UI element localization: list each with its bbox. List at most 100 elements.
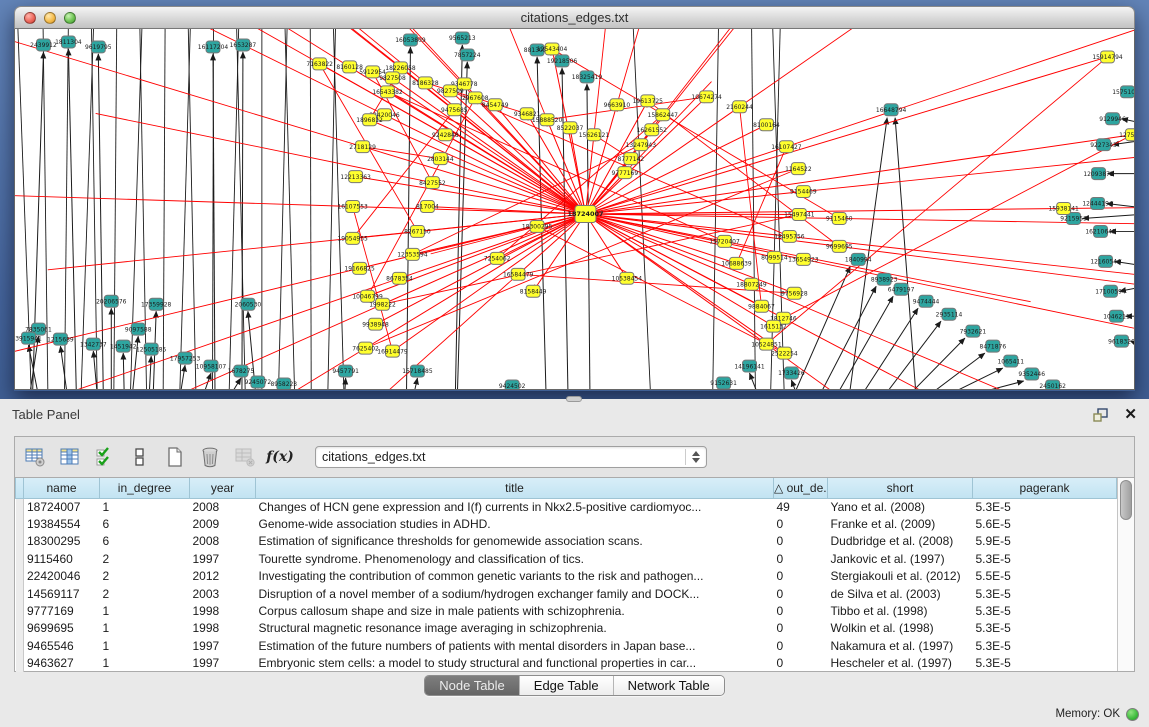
new-table-icon[interactable] [163, 445, 187, 469]
table-cell: 0 [774, 655, 828, 672]
graph-node-label: 7857224 [454, 52, 481, 59]
graph-node-label: 817004 [416, 204, 439, 211]
scrollbar-thumb[interactable] [1120, 480, 1132, 520]
row-gutter [16, 498, 24, 515]
graph-node-label: 8100164 [753, 122, 780, 129]
graph-node-label: 6479197 [888, 286, 915, 293]
table-cell: 5.9E-5 [973, 533, 1117, 550]
graph-node-label: 15914794 [1092, 54, 1123, 61]
graph-node-label: 1653287 [230, 42, 257, 49]
table-row[interactable]: 1456911722003Disruption of a novel membe… [16, 585, 1117, 602]
graph-node-label: 17359928 [141, 301, 172, 308]
graph-node-label: 16107427 [771, 144, 802, 151]
table-scrollbar[interactable] [1117, 478, 1134, 671]
table-cell: Corpus callosum shape and size in male p… [256, 602, 774, 619]
column-header-out_de[interactable]: △ out_de... [774, 478, 828, 498]
graph-node-label: 7254062 [484, 256, 511, 263]
column-header-in_degree[interactable]: in_degree [100, 478, 190, 498]
table-cell: 14569117 [24, 585, 100, 602]
column-header-year[interactable]: year [190, 478, 256, 498]
table-select-dropdown[interactable]: citations_edges.txt [315, 446, 707, 468]
table-row[interactable]: 1872400712008Changes of HCN gene express… [16, 498, 1117, 515]
graph-node-label: 12353594 [397, 252, 428, 259]
row-gutter [16, 655, 24, 672]
column-header-pagerank[interactable]: pagerank [973, 478, 1117, 498]
network-graph-svg[interactable]: 2439912181130496197951611720416532871605… [15, 29, 1134, 389]
column-header-name[interactable]: name [24, 478, 100, 498]
table-row[interactable]: 977716911998Corpus callosum shape and si… [16, 602, 1117, 619]
table-toolbar: f(x) citations_edges.txt [15, 437, 1134, 477]
window-titlebar[interactable]: citations_edges.txt [14, 6, 1135, 29]
graph-node-label: 8454749 [482, 102, 509, 109]
graph-node-label: 18226058 [385, 65, 416, 72]
table-cell: 9115460 [24, 550, 100, 567]
tab-node-table[interactable]: Node Table [425, 676, 520, 695]
tab-edge-table[interactable]: Edge Table [520, 676, 614, 695]
close-panel-icon[interactable]: ✕ [1124, 407, 1137, 422]
table-row[interactable]: 946554611997Estimation of the future num… [16, 637, 1117, 654]
graph-node-label: 16584479 [503, 272, 534, 279]
graph-node-label: 3915941 [15, 335, 42, 342]
graph-node-label: 10538454 [612, 276, 643, 283]
graph-node-label: 9424502 [499, 383, 526, 389]
network-canvas[interactable]: 2439912181130496197951611720416532871605… [14, 29, 1135, 390]
graph-node-label: 18724007 [567, 210, 603, 218]
graph-node-label: 14196141 [734, 363, 765, 370]
graph-node-label: 19218506 [547, 58, 578, 65]
graph-node-label: 9756928 [781, 290, 808, 297]
float-panel-icon[interactable] [1092, 407, 1110, 423]
graph-node-label: 1678275 [228, 368, 255, 375]
column-visibility-icon[interactable] [58, 445, 82, 469]
network-window: citations_edges.txt 24399121811304961979… [14, 6, 1135, 391]
row-gutter [16, 533, 24, 550]
graph-node-label: 15720407 [709, 239, 740, 246]
graph-node-label: 10524851 [751, 341, 782, 348]
table-cell: 18300295 [24, 533, 100, 550]
table-cell: Disruption of a novel member of a sodium… [256, 585, 774, 602]
graph-node-label: 9152631 [710, 380, 737, 387]
graph-node-label: 17957253 [170, 355, 201, 362]
graph-node-label: 16543382 [372, 89, 403, 96]
table-cell: 5.3E-5 [973, 620, 1117, 637]
panel-drag-handle[interactable] [566, 396, 582, 402]
graph-node-label: 9474444 [913, 298, 940, 305]
table-cell: 2009 [190, 515, 256, 532]
toggle-rows-icon[interactable] [128, 445, 152, 469]
table-row[interactable]: 946362711997Embryonic stem cells: a mode… [16, 655, 1117, 672]
graph-node-label: 12213363 [340, 174, 371, 181]
table-row[interactable]: 1830029562008Estimation of significance … [16, 533, 1117, 550]
graph-node-label: 9115460 [826, 216, 853, 223]
table-row[interactable]: 969969511998Structural magnetic resonanc… [16, 620, 1117, 637]
table-row[interactable]: 2242004622012Investigating the contribut… [16, 568, 1117, 585]
table-cell: Wolkin et al. (1998) [828, 620, 973, 637]
graph-node-label: 1896812 [356, 117, 383, 124]
table-cell: 1997 [190, 655, 256, 672]
table-cell: 2008 [190, 533, 256, 550]
table-row[interactable]: 911546021997Tourette syndrome. Phenomeno… [16, 550, 1117, 567]
row-selection-icon[interactable] [93, 445, 117, 469]
graph-node-label: 18495756 [774, 234, 805, 241]
column-header-title[interactable]: title [256, 478, 774, 498]
graph-node-label: 15626121 [579, 132, 610, 139]
graph-node-label: 15751074 [1112, 89, 1134, 96]
tab-network-table[interactable]: Network Table [614, 676, 724, 695]
row-gutter [16, 585, 24, 602]
window-title: citations_edges.txt [15, 10, 1134, 25]
graph-node-label: 2450162 [1039, 383, 1066, 389]
graph-node-label: 9352446 [1018, 371, 1045, 378]
column-header-short[interactable]: short [828, 478, 973, 498]
table-cell: Jankovic et al. (1997) [828, 550, 973, 567]
table-panel: Table Panel ✕ [0, 399, 1149, 727]
memory-indicator-icon[interactable] [1126, 708, 1139, 721]
table-cell: 5.3E-5 [973, 602, 1117, 619]
table-cell: Tourette syndrome. Phenomenology and cla… [256, 550, 774, 567]
table-cell: 1998 [190, 602, 256, 619]
graph-node-label: 1998222 [369, 301, 396, 308]
function-builder-icon[interactable]: f(x) [268, 445, 292, 469]
table-cell: 9463627 [24, 655, 100, 672]
table-row[interactable]: 1938455462009Genome-wide association stu… [16, 515, 1117, 532]
table-cell: 2008 [190, 498, 256, 515]
graph-node-label: 8777142 [618, 156, 645, 163]
table-settings-icon[interactable] [23, 445, 47, 469]
delete-table-icon[interactable] [198, 445, 222, 469]
